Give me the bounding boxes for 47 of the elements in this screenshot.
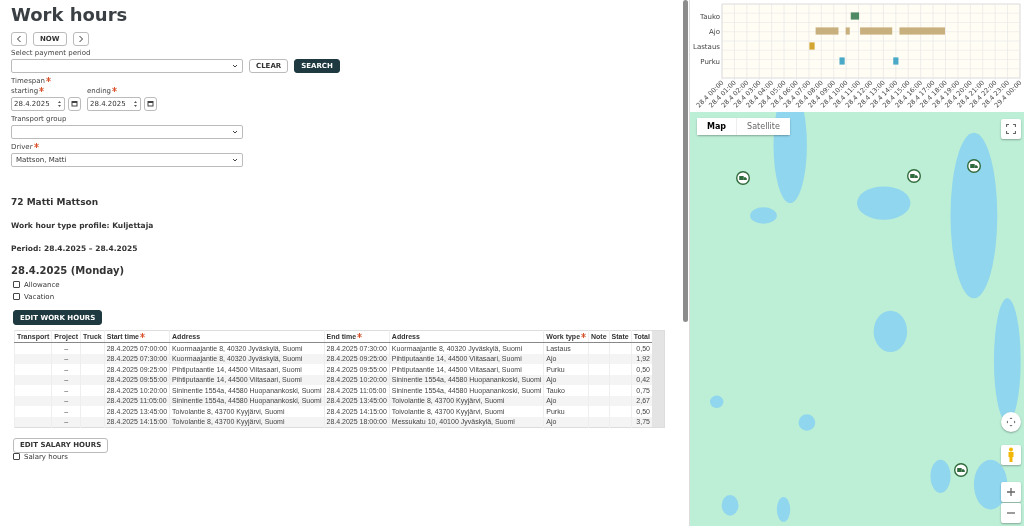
fullscreen-icon bbox=[1006, 124, 1016, 134]
required-asterisk-icon bbox=[357, 333, 363, 339]
calendar-button[interactable] bbox=[144, 96, 157, 111]
map-type-tab[interactable]: Map bbox=[697, 118, 738, 135]
required-asterisk-icon bbox=[33, 142, 39, 148]
required-asterisk-icon bbox=[140, 333, 145, 339]
truck-marker-icon[interactable] bbox=[906, 169, 921, 184]
lake-shape bbox=[721, 494, 739, 516]
previous-button[interactable] bbox=[11, 31, 27, 46]
driver-heading: 72 Matti Mattson bbox=[11, 196, 100, 207]
required-asterisk-icon bbox=[112, 86, 117, 92]
spinner-arrows-icon bbox=[133, 98, 138, 109]
checkbox[interactable] bbox=[13, 453, 20, 461]
zoom-out-button[interactable] bbox=[1001, 503, 1021, 523]
chevron-left-icon bbox=[16, 34, 22, 43]
truck-marker-icon[interactable] bbox=[966, 158, 981, 173]
chevron-down-icon bbox=[232, 157, 238, 162]
chevron-right-icon bbox=[77, 34, 84, 43]
day-heading: 28.4.2025 (Monday) bbox=[11, 264, 125, 276]
zoom-in-button[interactable] bbox=[1001, 482, 1021, 502]
checkbox[interactable] bbox=[13, 281, 20, 289]
calendar-icon bbox=[71, 100, 78, 108]
chevron-down-icon bbox=[232, 63, 238, 68]
scrollbar-thumb[interactable] bbox=[683, 0, 688, 322]
required-asterisk-icon bbox=[39, 86, 45, 92]
page-title: Work hours bbox=[11, 4, 129, 26]
plus-icon bbox=[1006, 487, 1016, 497]
four-arrows-icon bbox=[1006, 417, 1016, 427]
lake-shape bbox=[776, 497, 791, 522]
required-asterisk-icon bbox=[45, 76, 51, 82]
lake-shape bbox=[973, 459, 1008, 510]
lake-shape bbox=[873, 310, 908, 353]
lake-shape bbox=[750, 207, 777, 224]
lake-shape bbox=[857, 186, 911, 220]
lake-shape bbox=[930, 459, 951, 493]
checkbox[interactable] bbox=[13, 293, 20, 301]
lake-shape bbox=[710, 395, 724, 408]
person-icon bbox=[1007, 447, 1015, 463]
next-button[interactable] bbox=[72, 31, 89, 46]
map-type-tab[interactable]: Satellite bbox=[737, 118, 790, 135]
calendar-icon bbox=[147, 100, 154, 108]
lake-shape bbox=[798, 414, 816, 431]
chevron-down-icon bbox=[232, 129, 238, 134]
calendar-button[interactable] bbox=[68, 96, 81, 111]
spinner-arrows-icon bbox=[57, 98, 62, 109]
fullscreen-button[interactable] bbox=[1001, 119, 1021, 139]
required-asterisk-icon bbox=[581, 333, 587, 339]
